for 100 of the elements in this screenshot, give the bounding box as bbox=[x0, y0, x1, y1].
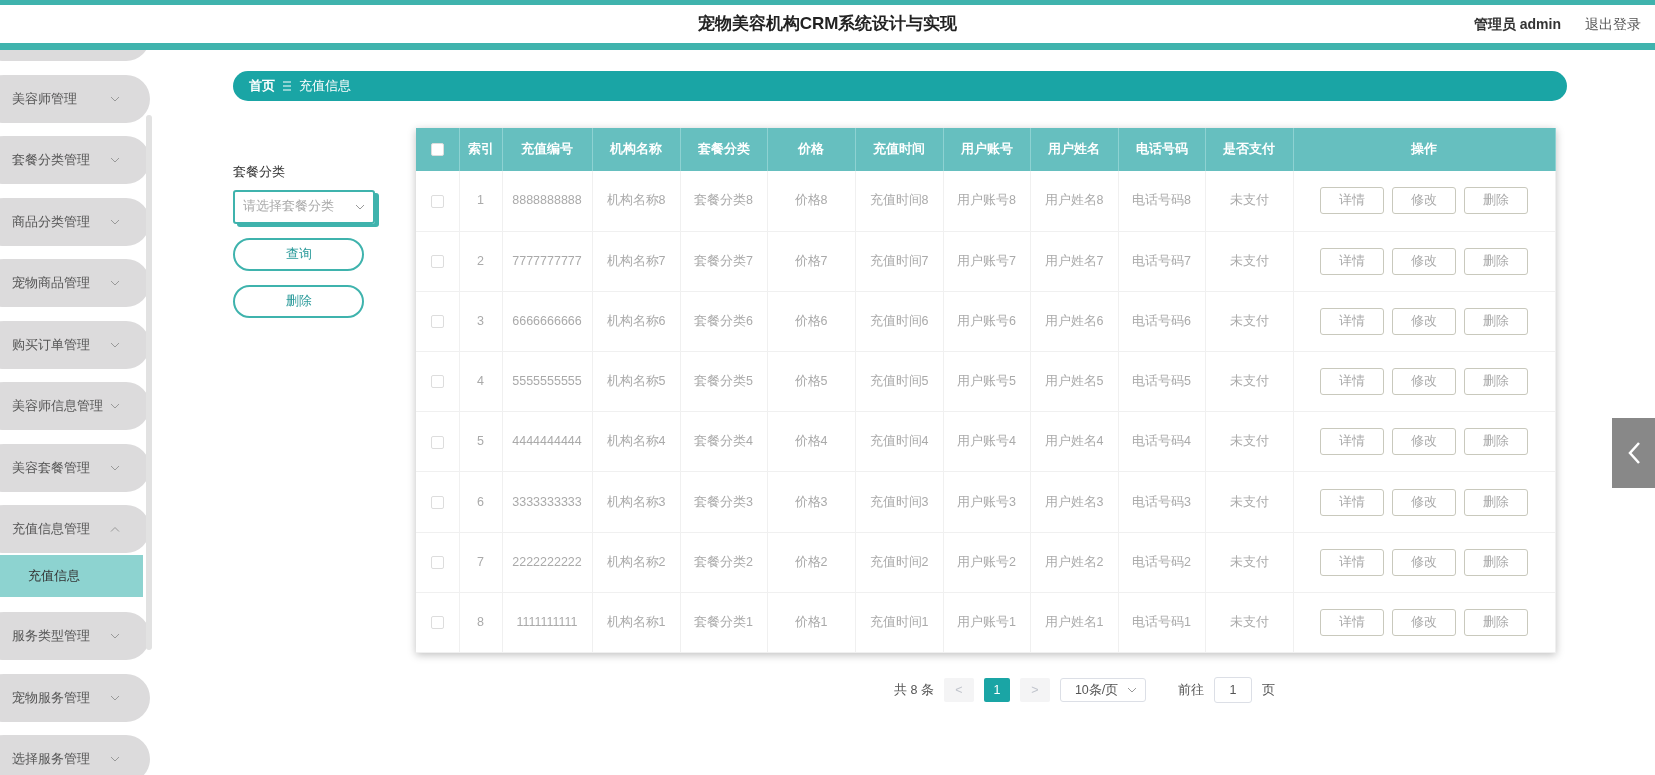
sidebar-menu-item[interactable]: 选择服务管理 bbox=[0, 735, 150, 775]
table-cell: 价格8 bbox=[794, 193, 828, 208]
scrollbar[interactable] bbox=[146, 115, 152, 650]
table-cell: 充值时间2 bbox=[869, 554, 929, 569]
row-checkbox[interactable] bbox=[430, 194, 444, 208]
menu-label: 选择服务管理 bbox=[12, 750, 90, 769]
table-cell: 充值时间7 bbox=[869, 253, 929, 268]
table-cell: 用户姓名7 bbox=[1044, 253, 1104, 268]
row-checkbox[interactable] bbox=[430, 255, 444, 268]
sidebar-menu-item[interactable]: 美容师管理 bbox=[0, 74, 150, 123]
row-checkbox[interactable] bbox=[430, 616, 444, 630]
table-cell: 套餐分类2 bbox=[694, 554, 753, 569]
menu-label: 服务类型管理 bbox=[12, 627, 90, 646]
query-button[interactable]: 查询 bbox=[233, 237, 364, 271]
menu-label: 充值信息管理 bbox=[12, 520, 90, 539]
detail-button[interactable]: 详情 bbox=[1320, 548, 1384, 576]
table-cell: 机构名称4 bbox=[606, 434, 666, 449]
menu-label: 美容师管理 bbox=[12, 89, 77, 108]
table-cell: 机构名称6 bbox=[606, 313, 666, 328]
select-all-checkbox[interactable] bbox=[430, 143, 444, 157]
table-cell: 用户账号8 bbox=[957, 193, 1016, 208]
table-cell: 6 bbox=[477, 494, 484, 509]
table-cell: 电话号码7 bbox=[1132, 253, 1191, 268]
detail-button[interactable]: 详情 bbox=[1320, 247, 1384, 275]
chevron-down-icon bbox=[355, 203, 365, 210]
chevron-down-icon bbox=[1126, 687, 1137, 693]
chevron-up-icon bbox=[110, 526, 120, 532]
column-header: 价格 bbox=[798, 142, 824, 157]
submenu-item[interactable]: 充值信息 bbox=[0, 555, 143, 597]
table-cell: 用户账号5 bbox=[957, 374, 1016, 389]
table-cell: 未支付 bbox=[1229, 494, 1269, 509]
edit-button[interactable]: 修改 bbox=[1392, 247, 1456, 275]
table-cell: 未支付 bbox=[1229, 374, 1269, 389]
table-cell: 5 bbox=[477, 434, 484, 449]
delete-button[interactable]: 删除 bbox=[1464, 368, 1528, 396]
detail-button[interactable]: 详情 bbox=[1320, 608, 1384, 636]
table-cell: 套餐分类6 bbox=[694, 313, 753, 328]
chevron-down-icon bbox=[110, 694, 120, 701]
table-cell: 机构名称8 bbox=[606, 193, 666, 208]
delete-button[interactable]: 删除 bbox=[1464, 608, 1528, 636]
column-header: 是否支付 bbox=[1223, 142, 1275, 157]
edit-button[interactable]: 修改 bbox=[1392, 368, 1456, 396]
page-suffix: 页 bbox=[1261, 681, 1275, 699]
detail-button[interactable]: 详情 bbox=[1320, 488, 1384, 516]
table-cell: 机构名称1 bbox=[606, 614, 666, 629]
next-page-button[interactable]: > bbox=[1019, 678, 1050, 702]
row-checkbox[interactable] bbox=[430, 375, 444, 389]
detail-button[interactable]: 详情 bbox=[1320, 187, 1384, 215]
row-checkbox[interactable] bbox=[430, 495, 444, 509]
page-size-select[interactable]: 10条/页 bbox=[1059, 678, 1146, 702]
prev-page-button[interactable]: < bbox=[943, 678, 974, 702]
delete-button[interactable]: 删除 bbox=[1464, 307, 1528, 335]
table-cell: 8 bbox=[477, 614, 484, 629]
row-checkbox[interactable] bbox=[430, 555, 444, 569]
delete-button[interactable]: 删除 bbox=[1464, 187, 1528, 215]
side-panel-tab[interactable] bbox=[1612, 418, 1655, 488]
table-cell: 4444444444 bbox=[512, 434, 582, 449]
delete-button[interactable]: 删除 bbox=[1464, 488, 1528, 516]
table-cell: 充值时间5 bbox=[869, 374, 929, 389]
detail-button[interactable]: 详情 bbox=[1320, 428, 1384, 456]
detail-button[interactable]: 详情 bbox=[1320, 307, 1384, 335]
table-cell: 用户账号1 bbox=[957, 614, 1016, 629]
goto-label: 前往 bbox=[1177, 681, 1204, 699]
page-number-button[interactable]: 1 bbox=[983, 678, 1010, 702]
table-cell: 价格7 bbox=[794, 253, 828, 268]
delete-button[interactable]: 删除 bbox=[1464, 247, 1528, 275]
detail-button[interactable]: 详情 bbox=[1320, 368, 1384, 396]
table-cell: 用户账号6 bbox=[957, 313, 1016, 328]
edit-button[interactable]: 修改 bbox=[1392, 187, 1456, 215]
table-cell: 充值时间1 bbox=[869, 614, 929, 629]
table-cell: 8888888888 bbox=[512, 193, 582, 208]
row-checkbox[interactable] bbox=[430, 435, 444, 449]
sidebar-menu-item[interactable]: 宠物服务管理 bbox=[0, 673, 150, 722]
table-cell: 价格2 bbox=[794, 554, 828, 569]
table-cell: 用户账号3 bbox=[957, 494, 1016, 509]
menu-label: 购买订单管理 bbox=[12, 335, 90, 354]
breadcrumb-home-link[interactable]: 首页 bbox=[249, 76, 275, 96]
filter-label: 套餐分类 bbox=[233, 163, 286, 181]
delete-button[interactable]: 删除 bbox=[233, 284, 364, 318]
breadcrumb-current: 充值信息 bbox=[299, 77, 351, 96]
table-cell: 套餐分类8 bbox=[694, 193, 753, 208]
edit-button[interactable]: 修改 bbox=[1392, 428, 1456, 456]
page-input[interactable]: 1 bbox=[1213, 677, 1252, 703]
edit-button[interactable]: 修改 bbox=[1392, 488, 1456, 516]
chevron-left-icon bbox=[1626, 441, 1641, 465]
row-checkbox[interactable] bbox=[430, 315, 444, 329]
edit-button[interactable]: 修改 bbox=[1392, 548, 1456, 576]
table-cell: 未支付 bbox=[1229, 434, 1269, 449]
chevron-down-icon bbox=[110, 756, 120, 762]
table-cell: 套餐分类1 bbox=[694, 614, 753, 629]
table-cell: 7 bbox=[477, 554, 484, 569]
edit-button[interactable]: 修改 bbox=[1392, 307, 1456, 335]
table-cell: 机构名称2 bbox=[606, 554, 666, 569]
column-header: 套餐分类 bbox=[697, 142, 750, 157]
table-cell: 充值时间8 bbox=[869, 193, 929, 208]
logout-link[interactable]: 退出登录 bbox=[1585, 14, 1641, 35]
edit-button[interactable]: 修改 bbox=[1392, 608, 1456, 636]
delete-button[interactable]: 删除 bbox=[1464, 548, 1528, 576]
delete-button[interactable]: 删除 bbox=[1464, 428, 1528, 456]
menu-label: 美容套餐管理 bbox=[12, 458, 90, 477]
